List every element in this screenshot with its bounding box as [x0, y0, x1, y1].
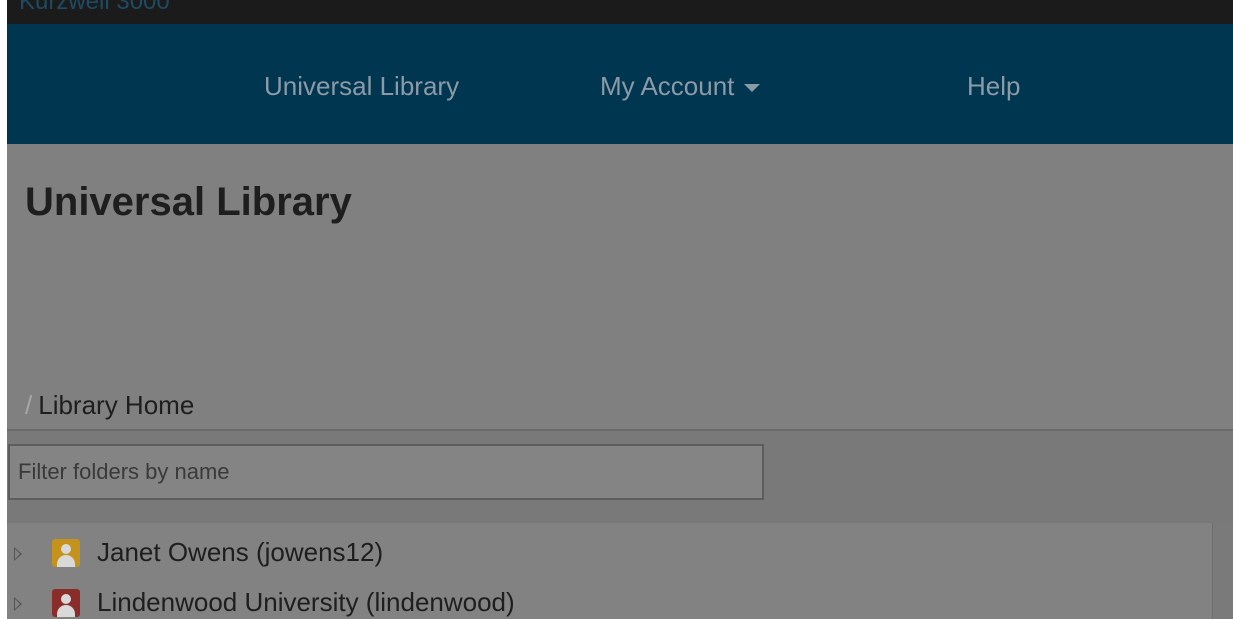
top-bar: Kurzweil 3000: [7, 0, 1233, 24]
tree-item[interactable]: Janet Owens (jowens12): [7, 537, 1212, 577]
user-icon: [52, 589, 80, 617]
app-title: Kurzweil 3000: [19, 0, 170, 15]
app-window: Kurzweil 3000 Universal Library My Accou…: [7, 0, 1233, 619]
nav-help[interactable]: Help: [967, 71, 1020, 102]
folder-tree: Janet Owens (jowens12) Lindenwood Univer…: [7, 523, 1212, 619]
page-title: Universal Library: [25, 180, 352, 224]
tree-item-label: Lindenwood University (lindenwood): [97, 587, 515, 617]
expand-arrow-icon[interactable]: [14, 547, 22, 561]
filter-folders-input[interactable]: [8, 444, 764, 500]
filter-bar: [7, 431, 1233, 523]
tree-item[interactable]: Lindenwood University (lindenwood): [7, 587, 1212, 619]
main-navbar: Universal Library My Account Help: [7, 24, 1233, 144]
nav-my-account[interactable]: My Account: [600, 71, 761, 102]
breadcrumb: / Library Home: [25, 390, 194, 421]
nav-my-account-label: My Account: [600, 71, 735, 101]
user-icon: [52, 539, 80, 567]
tree-scrollbar[interactable]: [1212, 523, 1233, 619]
breadcrumb-library-home[interactable]: Library Home: [38, 390, 194, 420]
tree-item-label: Janet Owens (jowens12): [97, 537, 384, 567]
caret-down-icon: [744, 84, 761, 93]
breadcrumb-separator: /: [25, 390, 33, 420]
nav-universal-library[interactable]: Universal Library: [264, 71, 459, 102]
expand-arrow-icon[interactable]: [14, 597, 22, 611]
